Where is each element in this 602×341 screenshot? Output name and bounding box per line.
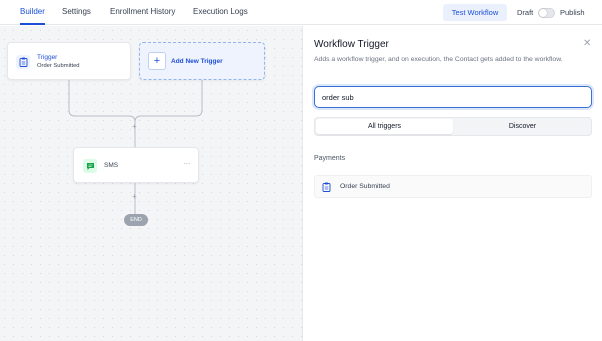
sms-action-card[interactable]: SMS ···: [73, 147, 199, 183]
section-heading-payments: Payments: [314, 155, 346, 162]
workflow-canvas[interactable]: Trigger Order Submitted + Add New Trigge…: [0, 26, 302, 341]
toggle-knob: [539, 9, 547, 17]
plus-icon: +: [148, 52, 166, 70]
clipboard-icon: [319, 180, 333, 194]
publish-label: Publish: [560, 8, 585, 17]
segment-all-triggers[interactable]: All triggers: [316, 119, 453, 134]
publish-toggle[interactable]: [538, 8, 555, 18]
clipboard-icon: [16, 55, 30, 69]
option-label: Order Submitted: [340, 183, 390, 190]
panel-description: Adds a workflow trigger, and on executio…: [314, 56, 563, 63]
more-options-icon[interactable]: ···: [184, 159, 191, 168]
trigger-segment-control: All triggers Discover: [314, 117, 592, 136]
tab-builder[interactable]: Builder: [20, 0, 45, 25]
tab-execution-logs[interactable]: Execution Logs: [193, 0, 248, 25]
test-workflow-button[interactable]: Test Workflow: [443, 4, 507, 21]
trigger-card[interactable]: Trigger Order Submitted: [7, 42, 131, 80]
sms-label: SMS: [104, 162, 119, 169]
top-nav: Builder Settings Enrollment History Exec…: [0, 0, 602, 25]
close-icon[interactable]: ✕: [583, 38, 591, 49]
trigger-subtitle: Order Submitted: [37, 63, 80, 69]
tab-enrollment-history[interactable]: Enrollment History: [110, 0, 175, 25]
segment-discover[interactable]: Discover: [454, 119, 591, 134]
panel-title: Workflow Trigger: [314, 39, 389, 50]
tab-settings[interactable]: Settings: [62, 0, 91, 25]
draft-label: Draft: [517, 8, 534, 17]
trigger-title: Trigger: [37, 54, 58, 61]
trigger-search-input[interactable]: [314, 86, 592, 108]
add-step-plus-icon[interactable]: +: [132, 192, 137, 201]
end-node: END: [124, 214, 148, 226]
add-trigger-label: Add New Trigger: [171, 58, 223, 65]
add-step-plus-icon[interactable]: +: [132, 122, 137, 131]
workflow-trigger-panel: Workflow Trigger ✕ Adds a workflow trigg…: [302, 26, 602, 341]
message-icon: [83, 159, 97, 173]
trigger-option-order-submitted[interactable]: Order Submitted: [314, 175, 592, 198]
add-new-trigger-card[interactable]: + Add New Trigger: [139, 42, 265, 80]
